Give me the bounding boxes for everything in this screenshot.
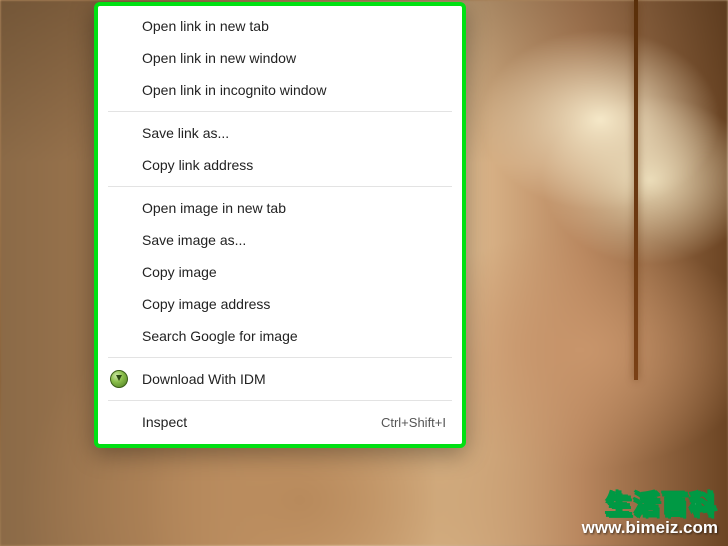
- menu-item-open-link-new-window[interactable]: Open link in new window: [98, 42, 462, 74]
- menu-item-label: Open link in incognito window: [142, 82, 446, 98]
- menu-item-label: Save image as...: [142, 232, 446, 248]
- menu-separator: [108, 400, 452, 401]
- watermark: 生活百科 www.bimeiz.com: [582, 491, 718, 538]
- menu-item-label: Open link in new window: [142, 50, 446, 66]
- menu-item-download-with-idm[interactable]: Download With IDM: [98, 363, 462, 395]
- menu-item-label: Inspect: [142, 414, 381, 430]
- menu-item-label: Copy image address: [142, 296, 446, 312]
- menu-item-copy-image[interactable]: Copy image: [98, 256, 462, 288]
- menu-item-inspect[interactable]: Inspect Ctrl+Shift+I: [98, 406, 462, 438]
- menu-item-label: Search Google for image: [142, 328, 446, 344]
- menu-item-search-google-image[interactable]: Search Google for image: [98, 320, 462, 352]
- menu-item-label: Download With IDM: [142, 371, 446, 387]
- menu-item-open-link-new-tab[interactable]: Open link in new tab: [98, 10, 462, 42]
- menu-item-save-image-as[interactable]: Save image as...: [98, 224, 462, 256]
- menu-item-label: Copy image: [142, 264, 446, 280]
- menu-separator: [108, 186, 452, 187]
- menu-item-label: Copy link address: [142, 157, 446, 173]
- watermark-url: www.bimeiz.com: [582, 519, 718, 538]
- menu-item-shortcut: Ctrl+Shift+I: [381, 415, 446, 430]
- menu-item-label: Save link as...: [142, 125, 446, 141]
- menu-item-copy-image-address[interactable]: Copy image address: [98, 288, 462, 320]
- menu-item-label: Open image in new tab: [142, 200, 446, 216]
- watermark-title: 生活百科: [582, 491, 718, 520]
- menu-separator: [108, 357, 452, 358]
- menu-item-copy-link-address[interactable]: Copy link address: [98, 149, 462, 181]
- idm-icon: [110, 370, 128, 388]
- menu-item-save-link-as[interactable]: Save link as...: [98, 117, 462, 149]
- context-menu: Open link in new tab Open link in new wi…: [94, 2, 466, 448]
- menu-item-open-image-new-tab[interactable]: Open image in new tab: [98, 192, 462, 224]
- background-decoration: [634, 0, 638, 380]
- menu-item-open-link-incognito[interactable]: Open link in incognito window: [98, 74, 462, 106]
- menu-separator: [108, 111, 452, 112]
- menu-item-label: Open link in new tab: [142, 18, 446, 34]
